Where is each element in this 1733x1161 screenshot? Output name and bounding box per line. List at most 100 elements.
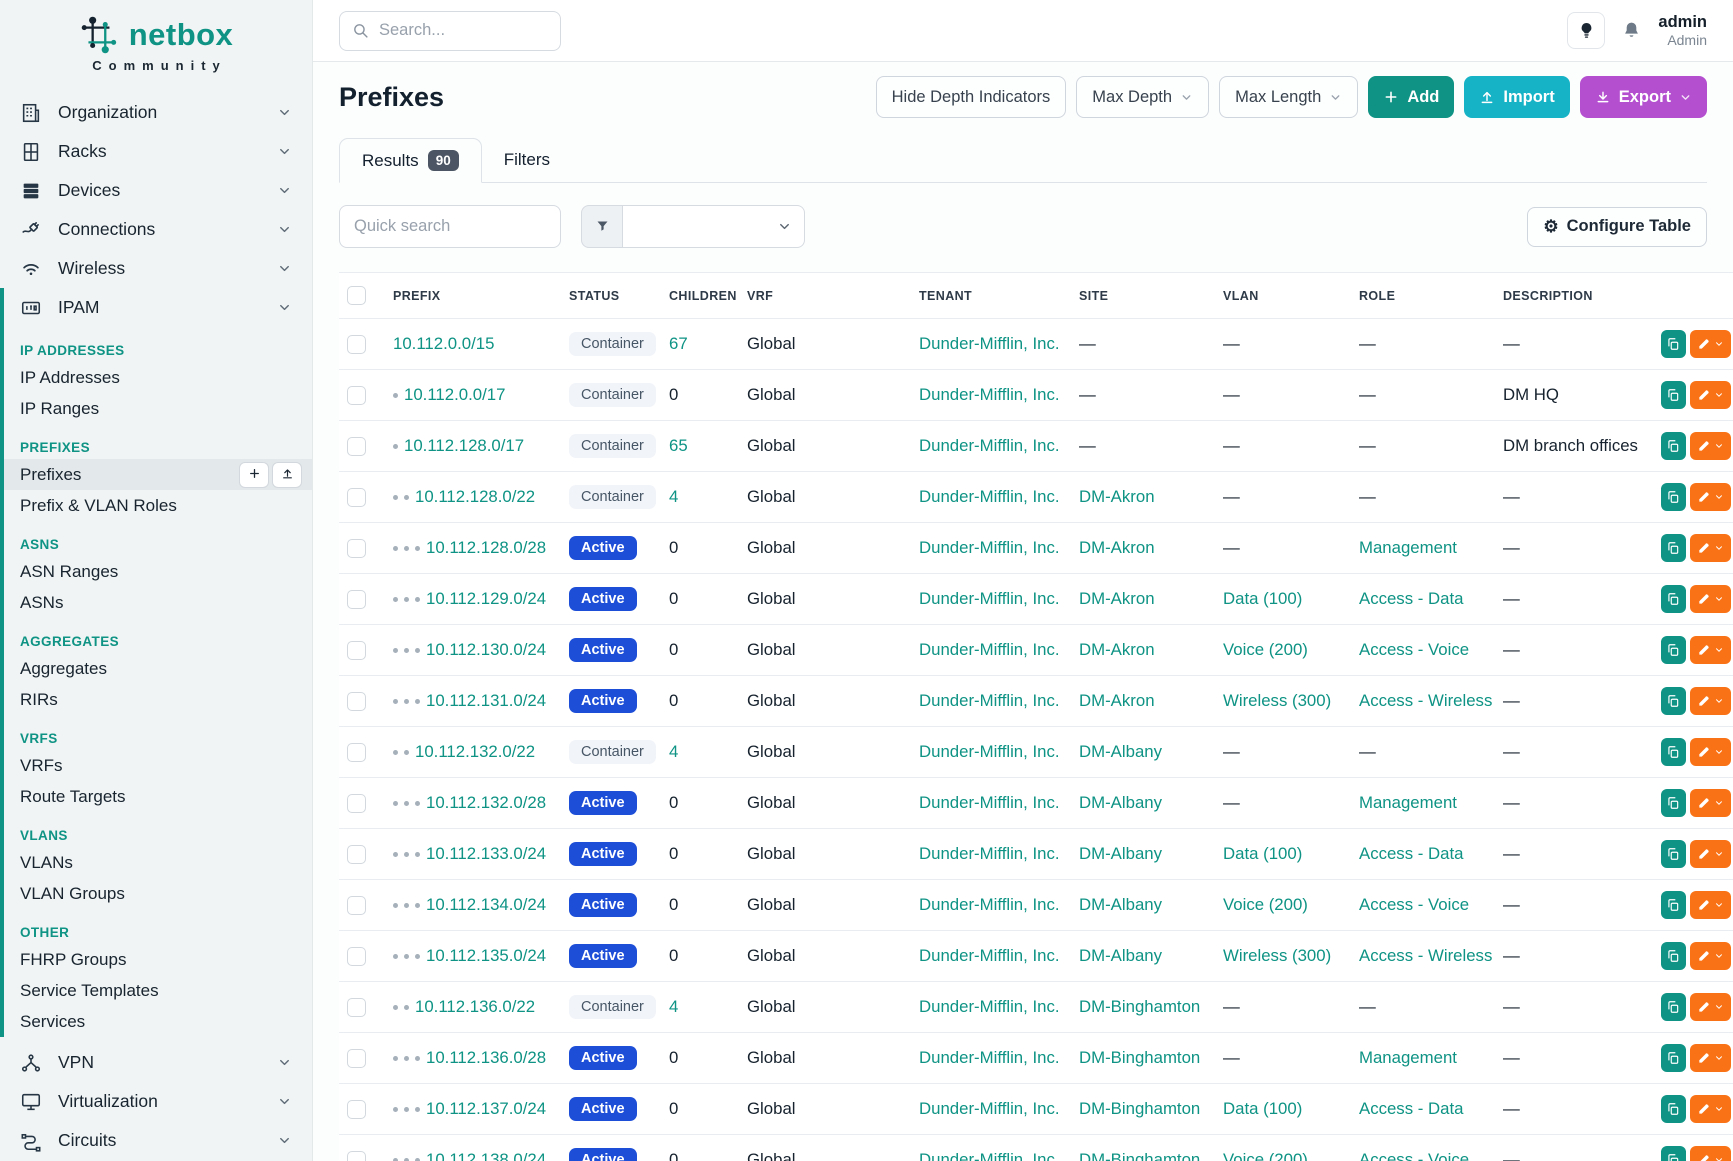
edit-split-button[interactable] [1690, 1095, 1731, 1123]
brand[interactable]: netbox Community [0, 0, 312, 83]
sidebar-item-circuits[interactable]: Circuits [0, 1121, 312, 1160]
prefix-link[interactable]: 10.112.128.0/28 [426, 538, 546, 557]
sidebar-item-aggregates[interactable]: Aggregates [4, 653, 312, 684]
role-link[interactable]: Access - Voice [1359, 1150, 1469, 1161]
prefix-link[interactable]: 10.112.129.0/24 [426, 589, 546, 608]
prefix-link[interactable]: 10.112.137.0/24 [426, 1099, 546, 1118]
edit-split-button[interactable] [1690, 891, 1731, 919]
sidebar-item-route-targets[interactable]: Route Targets [4, 781, 312, 812]
copy-button[interactable] [1661, 330, 1686, 358]
max-depth-dropdown[interactable]: Max Depth [1076, 76, 1209, 118]
edit-split-button[interactable] [1690, 483, 1731, 511]
role-link[interactable]: Management [1359, 793, 1457, 812]
edit-split-button[interactable] [1690, 1146, 1731, 1161]
sidebar-item-services[interactable]: Services [4, 1006, 312, 1037]
copy-button[interactable] [1661, 942, 1686, 970]
vlan-link[interactable]: Wireless (300) [1223, 691, 1331, 710]
row-checkbox[interactable] [347, 896, 366, 915]
column-header-prefix[interactable]: PREFIX [385, 273, 561, 319]
site-link[interactable]: DM-Akron [1079, 487, 1155, 506]
prefix-link[interactable]: 10.112.136.0/22 [415, 997, 535, 1016]
tenant-link[interactable]: Dunder-Mifflin, Inc. [919, 538, 1060, 557]
row-checkbox[interactable] [347, 1049, 366, 1068]
tenant-link[interactable]: Dunder-Mifflin, Inc. [919, 691, 1060, 710]
global-search-input[interactable] [379, 21, 548, 40]
tenant-link[interactable]: Dunder-Mifflin, Inc. [919, 793, 1060, 812]
tenant-link[interactable]: Dunder-Mifflin, Inc. [919, 1099, 1060, 1118]
prefix-link[interactable]: 10.112.0.0/15 [393, 334, 494, 353]
vlan-link[interactable]: Voice (200) [1223, 1150, 1308, 1161]
children-count-link[interactable]: 67 [669, 334, 688, 353]
column-header-vlan[interactable]: VLAN [1215, 273, 1351, 319]
tenant-link[interactable]: Dunder-Mifflin, Inc. [919, 385, 1060, 404]
vlan-link[interactable]: Voice (200) [1223, 895, 1308, 914]
row-checkbox[interactable] [347, 998, 366, 1017]
sidebar-item-organization[interactable]: Organization [0, 93, 312, 132]
row-checkbox[interactable] [347, 386, 366, 405]
sidebar-item-connections[interactable]: Connections [0, 210, 312, 249]
edit-split-button[interactable] [1690, 330, 1731, 358]
import-prefix-button[interactable] [272, 462, 302, 488]
tenant-link[interactable]: Dunder-Mifflin, Inc. [919, 589, 1060, 608]
tenant-link[interactable]: Dunder-Mifflin, Inc. [919, 436, 1060, 455]
sidebar-item-devices[interactable]: Devices [0, 171, 312, 210]
prefix-link[interactable]: 10.112.136.0/28 [426, 1048, 546, 1067]
role-link[interactable]: Access - Data [1359, 589, 1463, 608]
prefix-link[interactable]: 10.112.132.0/28 [426, 793, 546, 812]
prefix-link[interactable]: 10.112.130.0/24 [426, 640, 546, 659]
sidebar-item-vpn[interactable]: VPN [0, 1043, 312, 1082]
site-link[interactable]: DM-Akron [1079, 691, 1155, 710]
sidebar-item-prefixes[interactable]: Prefixes [4, 459, 312, 490]
role-link[interactable]: Access - Wireless [1359, 946, 1492, 965]
children-count-link[interactable]: 65 [669, 436, 688, 455]
site-link[interactable]: DM-Binghamton [1079, 997, 1200, 1016]
site-link[interactable]: DM-Akron [1079, 538, 1155, 557]
tenant-link[interactable]: Dunder-Mifflin, Inc. [919, 844, 1060, 863]
prefix-link[interactable]: 10.112.0.0/17 [404, 385, 505, 404]
copy-button[interactable] [1661, 891, 1686, 919]
edit-split-button[interactable] [1690, 993, 1731, 1021]
copy-button[interactable] [1661, 789, 1686, 817]
copy-button[interactable] [1661, 840, 1686, 868]
tenant-link[interactable]: Dunder-Mifflin, Inc. [919, 1150, 1060, 1161]
sidebar-item-ipam[interactable]: IPAM [4, 288, 312, 327]
edit-split-button[interactable] [1690, 381, 1731, 409]
copy-button[interactable] [1661, 1146, 1686, 1161]
row-checkbox[interactable] [347, 1151, 366, 1161]
role-link[interactable]: Access - Voice [1359, 895, 1469, 914]
sidebar-item-ip-addresses[interactable]: IP Addresses [4, 362, 312, 393]
hide-depth-indicators-button[interactable]: Hide Depth Indicators [876, 76, 1067, 118]
site-link[interactable]: DM-Akron [1079, 589, 1155, 608]
add-prefix-button[interactable] [239, 462, 269, 488]
edit-split-button[interactable] [1690, 840, 1731, 868]
site-link[interactable]: DM-Binghamton [1079, 1048, 1200, 1067]
row-checkbox[interactable] [347, 539, 366, 558]
row-checkbox[interactable] [347, 641, 366, 660]
column-header-site[interactable]: SITE [1071, 273, 1215, 319]
saved-filter-select[interactable] [623, 205, 805, 248]
max-length-dropdown[interactable]: Max Length [1219, 76, 1358, 118]
tenant-link[interactable]: Dunder-Mifflin, Inc. [919, 742, 1060, 761]
sidebar-item-prefix-vlan-roles[interactable]: Prefix & VLAN Roles [4, 490, 312, 521]
configure-table-button[interactable]: ⚙ Configure Table [1527, 207, 1707, 247]
site-link[interactable]: DM-Albany [1079, 844, 1162, 863]
tenant-link[interactable]: Dunder-Mifflin, Inc. [919, 334, 1060, 353]
sidebar-item-asn-ranges[interactable]: ASN Ranges [4, 556, 312, 587]
row-checkbox[interactable] [347, 335, 366, 354]
vlan-link[interactable]: Voice (200) [1223, 640, 1308, 659]
sidebar-item-virtualization[interactable]: Virtualization [0, 1082, 312, 1121]
row-checkbox[interactable] [347, 488, 366, 507]
edit-split-button[interactable] [1690, 534, 1731, 562]
sidebar-item-racks[interactable]: Racks [0, 132, 312, 171]
sidebar-item-vrfs[interactable]: VRFs [4, 750, 312, 781]
site-link[interactable]: DM-Albany [1079, 946, 1162, 965]
vlan-link[interactable]: Data (100) [1223, 844, 1302, 863]
vlan-link[interactable]: Wireless (300) [1223, 946, 1331, 965]
tenant-link[interactable]: Dunder-Mifflin, Inc. [919, 997, 1060, 1016]
prefix-link[interactable]: 10.112.128.0/22 [415, 487, 535, 506]
edit-split-button[interactable] [1690, 585, 1731, 613]
theme-toggle-button[interactable] [1567, 12, 1605, 49]
edit-split-button[interactable] [1690, 636, 1731, 664]
sidebar-item-wireless[interactable]: Wireless [0, 249, 312, 288]
prefix-link[interactable]: 10.112.132.0/22 [415, 742, 535, 761]
